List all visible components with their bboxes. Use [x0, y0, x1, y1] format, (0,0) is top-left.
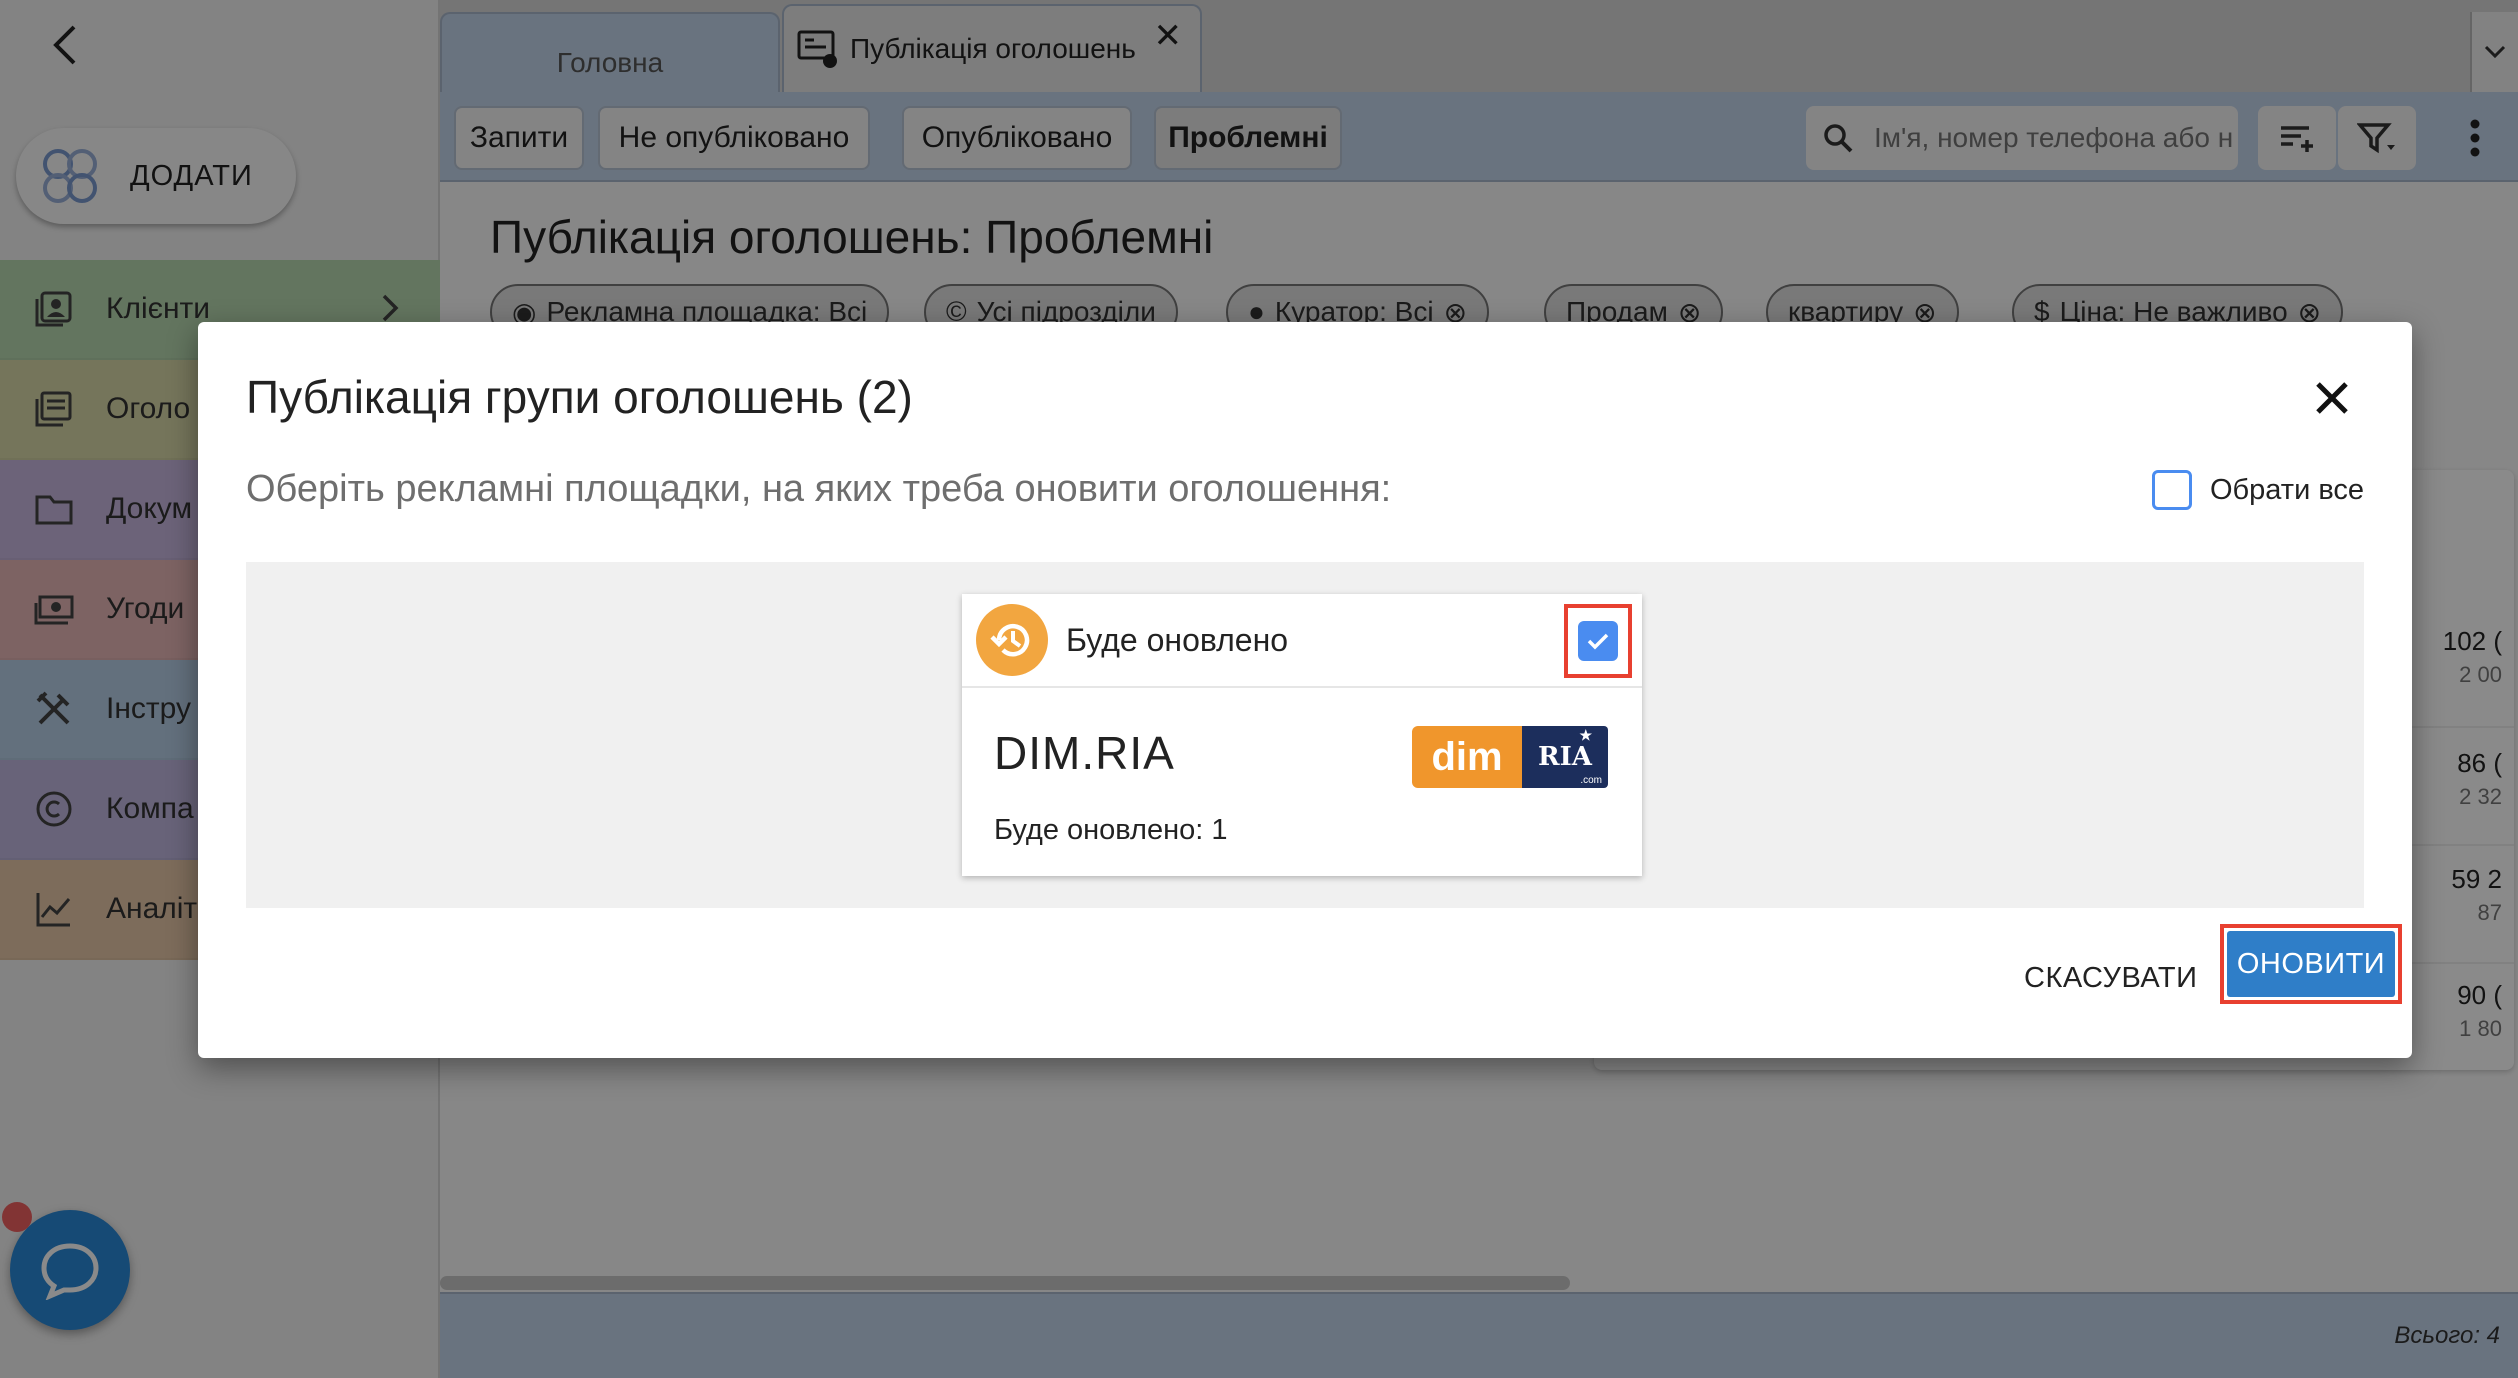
update-button[interactable]: ОНОВИТИ: [2227, 931, 2395, 997]
logo-dim-text: dim: [1412, 726, 1522, 788]
select-all-label: Обрати все: [2210, 473, 2365, 506]
platform-card-dimria[interactable]: Буде оновлено DIM.RIA dim ★ RIA .com Буд…: [962, 594, 1642, 876]
close-icon: [2316, 382, 2348, 414]
platform-status-label: Буде оновлено: [1066, 621, 1289, 658]
dimria-logo: dim ★ RIA .com: [1412, 726, 1608, 788]
select-all-checkbox[interactable]: Обрати все: [2152, 470, 2364, 510]
platform-checkbox[interactable]: [1564, 604, 1632, 678]
dialog-title: Публікація групи оголошень (2): [246, 371, 913, 423]
update-button-highlight: ОНОВИТИ: [2220, 924, 2402, 1004]
platforms-area: Буде оновлено DIM.RIA dim ★ RIA .com Буд…: [246, 562, 2364, 908]
update-status-icon: [976, 604, 1048, 676]
publish-group-dialog: Публікація групи оголошень (2) Оберіть р…: [198, 322, 2412, 1058]
star-icon: ★: [1579, 728, 1592, 744]
platform-card-header: Буде оновлено: [962, 594, 1642, 688]
platform-update-count: Буде оновлено: 1: [994, 814, 1228, 846]
logo-ria-text: RIA: [1538, 742, 1592, 772]
checkbox-unchecked-icon: [2152, 470, 2192, 510]
platform-name: DIM.RIA: [994, 727, 1175, 779]
dialog-subtitle: Оберіть рекламні площадки, на яких треба…: [246, 468, 1392, 510]
checkbox-checked-icon: [1578, 621, 1618, 661]
logo-ria-block: ★ RIA .com: [1522, 726, 1608, 788]
close-dialog-button[interactable]: [2312, 378, 2352, 418]
cancel-button[interactable]: СКАСУВАТИ: [2024, 962, 2197, 995]
logo-com-text: .com: [1580, 775, 1602, 786]
